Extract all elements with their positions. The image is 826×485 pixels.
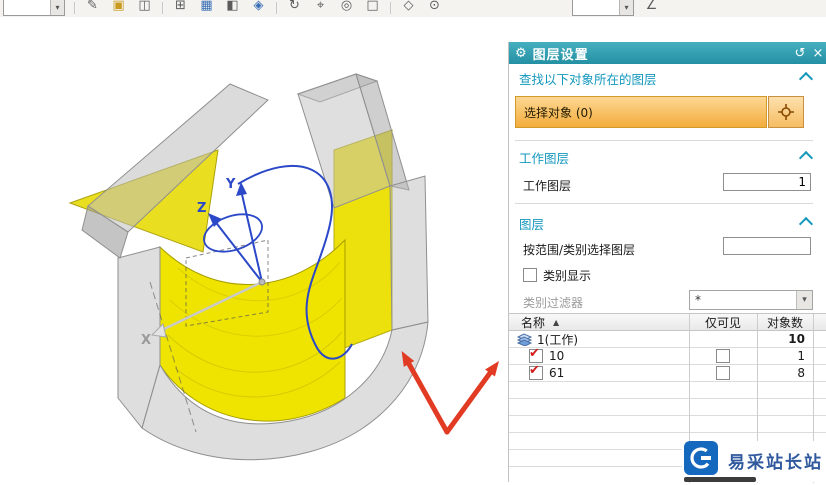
watermark-text: 易采站长站 — [728, 453, 823, 473]
z-axis-arrowhead — [208, 213, 222, 227]
range-select-input[interactable] — [723, 237, 811, 255]
toolbar-icon[interactable]: ↻ — [286, 0, 303, 16]
category-display-label: 类别显示 — [543, 269, 592, 283]
annotation-arrow-left — [406, 361, 450, 435]
work-layer-input[interactable] — [723, 173, 811, 191]
object-count: 10 — [788, 332, 805, 346]
chevron-up-icon[interactable] — [798, 150, 814, 166]
toolbar-icon[interactable]: ◇ — [400, 0, 417, 16]
panel-titlebar[interactable]: ⚙ 图层设置 ↺ × — [509, 42, 826, 64]
table-row-layer-61[interactable]: 61 8 — [509, 363, 826, 382]
chevron-up-icon[interactable] — [798, 216, 814, 232]
gear-icon: ⚙ — [515, 45, 527, 61]
toolbar-icon[interactable]: □ — [364, 0, 381, 16]
toolbar-icon[interactable]: ∠ — [643, 0, 660, 16]
category-filter-combo[interactable]: * ▾ — [689, 290, 813, 310]
toolbar-icon[interactable]: ⊞ — [172, 0, 189, 16]
chevron-down-icon: ▾ — [796, 291, 812, 309]
category-filter-value: * — [695, 293, 701, 307]
toolbar-right-combo[interactable]: ▾ — [572, 0, 634, 16]
object-count: 1 — [797, 349, 805, 363]
watermark-logo-icon — [684, 441, 718, 475]
category-filter-label: 类别过滤器 — [523, 296, 584, 310]
divider — [515, 140, 813, 141]
viewport-3d[interactable]: Y Z X — [0, 17, 508, 482]
table-row-work-layer[interactable]: 1(工作) 10 — [509, 331, 826, 348]
toolbar-icon[interactable]: ✎ — [84, 0, 101, 16]
toolbar-icon[interactable]: ▦ — [198, 0, 215, 16]
toolbar-icon[interactable]: ◎ — [338, 0, 355, 16]
section-layers-title: 图层 — [519, 217, 545, 232]
toolbar-left-combo[interactable]: ▾ — [3, 0, 65, 16]
toolbar-separator — [276, 1, 277, 14]
layer-name: 10 — [549, 349, 565, 363]
object-count: 8 — [797, 366, 805, 380]
visible-only-checkbox[interactable] — [716, 349, 730, 363]
crosshair-icon — [778, 104, 794, 120]
layer-name: 61 — [549, 366, 565, 380]
table-row-layer-10[interactable]: 10 1 — [509, 346, 826, 365]
toolbar-separator — [74, 1, 75, 14]
select-object-row[interactable]: 选择对象 (0) — [515, 96, 767, 128]
layer-table-header[interactable]: 名称 ▲ 仅可见 对象数 — [509, 314, 826, 331]
y-axis-label: Y — [225, 177, 236, 192]
watermark-url-bar — [684, 477, 756, 482]
toolbar-icon[interactable]: ◧ — [224, 0, 241, 16]
column-visible-only-header[interactable]: 仅可见 — [705, 314, 741, 331]
section-find-objects-title: 查找以下对象所在的图层 — [519, 72, 657, 87]
range-select-label: 按范围/类别选择图层 — [523, 243, 636, 257]
toolbar-separator — [162, 1, 163, 14]
toolbar-icon[interactable]: ⊙ — [426, 0, 443, 16]
select-object-button[interactable] — [768, 96, 804, 128]
toolbar-separator — [390, 1, 391, 14]
reset-icon[interactable]: ↺ — [791, 46, 809, 61]
chevron-up-icon[interactable] — [798, 71, 814, 87]
sort-ascending-icon: ▲ — [553, 317, 560, 327]
z-axis-label: Z — [197, 201, 206, 216]
layer-stack-icon — [517, 333, 533, 346]
column-object-count-header[interactable]: 对象数 — [767, 314, 803, 331]
close-icon[interactable]: × — [809, 46, 826, 61]
visible-only-checkbox[interactable] — [716, 366, 730, 380]
category-display-checkbox[interactable] — [523, 268, 537, 282]
y-axis-arrowhead — [236, 182, 247, 196]
layer-checked-checkbox[interactable] — [529, 363, 543, 380]
layer-name: 1(工作) — [537, 332, 578, 347]
chevron-down-icon: ▾ — [50, 0, 64, 15]
toolbar-icon[interactable]: ▣ — [110, 0, 127, 16]
toolbar-icon[interactable]: ◈ — [250, 0, 267, 16]
select-object-label: 选择对象 (0) — [524, 105, 593, 120]
section-work-layer-title: 工作图层 — [519, 151, 570, 166]
layer-checked-checkbox[interactable] — [529, 346, 543, 363]
toolbar-icon[interactable]: ⌖ — [312, 0, 329, 16]
wcs-origin[interactable] — [258, 278, 266, 286]
work-layer-label: 工作图层 — [523, 179, 572, 193]
toolbar-icon[interactable]: ◫ — [136, 0, 153, 16]
divider — [515, 203, 813, 204]
x-axis-label: X — [141, 333, 151, 348]
layer-settings-panel: ⚙ 图层设置 ↺ × 查找以下对象所在的图层 选择对象 (0) 工作图层 工作图… — [508, 42, 826, 483]
watermark: 易采站长站 — [682, 441, 826, 482]
chevron-down-icon: ▾ — [619, 0, 633, 15]
annotation-arrow-right — [444, 370, 493, 435]
top-toolbar: ▾ ✎ ▣ ◫ ⊞ ▦ ◧ ◈ ↻ ⌖ ◎ □ ◇ ⊙ ▾ ∠ — [0, 0, 826, 18]
column-name-header[interactable]: 名称 — [521, 314, 545, 331]
panel-title: 图层设置 — [532, 47, 589, 63]
model-wall-right — [389, 175, 429, 331]
